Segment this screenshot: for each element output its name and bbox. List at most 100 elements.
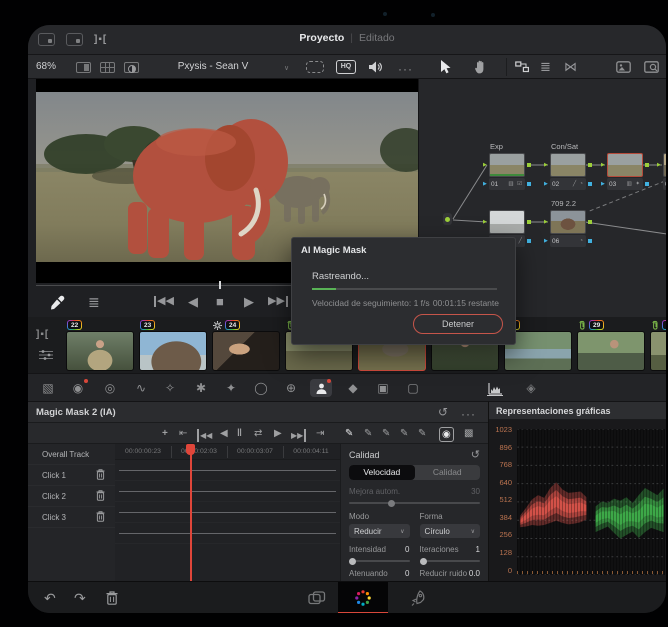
- cursor-tool-icon[interactable]: [440, 60, 453, 74]
- reset-icon[interactable]: ↺: [438, 406, 448, 418]
- reset-icon[interactable]: ↺: [471, 449, 480, 461]
- timeline-playhead[interactable]: [190, 444, 192, 581]
- undo-button[interactable]: ↶: [44, 590, 56, 607]
- track-reverse-button[interactable]: ◀: [220, 427, 228, 440]
- clip-22[interactable]: 22: [66, 319, 134, 371]
- eyedropper-icon[interactable]: [50, 295, 65, 310]
- bypass-grades-icon[interactable]: [306, 61, 324, 73]
- node-03-selected[interactable]: 03 ▥ ✦ ▶ ▶: [601, 153, 649, 190]
- pause-tracking-button[interactable]: ‖: [237, 427, 242, 440]
- track-bidirectional-button[interactable]: ⇄: [254, 427, 262, 440]
- tab-project[interactable]: Proyecto: [299, 32, 344, 44]
- picker-icon[interactable]: ✦: [220, 379, 242, 397]
- power-window-icon[interactable]: ◯: [250, 379, 272, 397]
- trash-icon[interactable]: [106, 591, 118, 605]
- gallery-stills-icon[interactable]: [616, 61, 631, 73]
- layers-icon[interactable]: ≣: [88, 295, 100, 309]
- clips-strip-icon[interactable]: ]▪[: [36, 329, 49, 340]
- panel-more-icon[interactable]: ···: [461, 408, 476, 420]
- clip-30[interactable]: 30: [650, 319, 666, 371]
- redo-button[interactable]: ↷: [74, 590, 86, 607]
- play-reverse-button[interactable]: ◀: [188, 295, 198, 308]
- draw-add-stroke-icon[interactable]: ✎: [345, 427, 353, 440]
- hdr-wheels-icon[interactable]: ◎: [99, 379, 121, 397]
- hand-tool-icon[interactable]: [474, 60, 487, 74]
- mode-dropdown[interactable]: Reducir ∨: [349, 524, 410, 538]
- node-06[interactable]: 709 2.2 06 ◔ ▶ ▶: [544, 199, 592, 247]
- clip-29[interactable]: 29: [577, 319, 645, 371]
- layers-icon[interactable]: ≣: [540, 60, 551, 73]
- trash-icon[interactable]: [96, 490, 105, 501]
- toggle-quality[interactable]: Calidad: [415, 465, 481, 480]
- lut-browser-icon[interactable]: [644, 61, 659, 73]
- stroke-remove-icon[interactable]: ✎: [400, 427, 408, 440]
- keyframe-lane[interactable]: [115, 481, 340, 502]
- stop-button[interactable]: ■: [216, 295, 224, 308]
- tab-edited[interactable]: Editado: [359, 32, 395, 44]
- trash-icon[interactable]: [96, 469, 105, 480]
- deliver-page-icon[interactable]: [410, 590, 426, 606]
- curves-icon[interactable]: ∿: [130, 379, 152, 397]
- more-options-icon[interactable]: ···: [398, 63, 413, 75]
- keyframe-lane[interactable]: [115, 460, 340, 481]
- keyframe-lane[interactable]: [115, 523, 340, 544]
- clip-23[interactable]: 23: [139, 319, 207, 371]
- param-slider[interactable]: [349, 557, 410, 565]
- shape-dropdown[interactable]: Círculo ∨: [419, 524, 480, 538]
- edit-page-icon[interactable]: [308, 591, 326, 605]
- qualifier-icon[interactable]: ✧: [159, 379, 181, 397]
- node-04[interactable]: 04▥ ◔ ▶: [657, 153, 666, 190]
- eraser-icon[interactable]: ✎: [418, 427, 426, 440]
- grid-view-icon[interactable]: [100, 62, 115, 73]
- timeline-ruler[interactable]: 00:00:00:23 00:00:02:03 00:00:03:07 00:0…: [115, 444, 340, 460]
- layer-diamonds-icon[interactable]: ◈: [520, 379, 542, 397]
- clip-title[interactable]: Pxysis - Sean V: [148, 61, 278, 72]
- track-click-3[interactable]: Click 3: [28, 507, 115, 528]
- node-graph-icon[interactable]: [515, 61, 529, 73]
- blur-icon[interactable]: ◆: [342, 379, 364, 397]
- color-page-tab[interactable]: [338, 582, 388, 613]
- draw-remove-stroke-icon[interactable]: ✎: [364, 427, 372, 440]
- camera-raw-icon[interactable]: ▧: [37, 379, 59, 397]
- track-to-end-button[interactable]: ▶▶: [291, 429, 307, 442]
- track-overall[interactable]: Overall Track: [28, 444, 115, 465]
- range-start-icon[interactable]: ⇤: [179, 427, 187, 440]
- hq-playback-icon[interactable]: HQ: [336, 60, 356, 74]
- split-view-icon[interactable]: [76, 62, 91, 73]
- splitter-combiner-icon[interactable]: ⋈: [564, 60, 577, 73]
- mask-overlay-toggle-icon[interactable]: ◉: [439, 427, 454, 442]
- stroke-add-icon[interactable]: ✎: [382, 427, 390, 440]
- skip-start-button[interactable]: ◀◀: [154, 296, 174, 307]
- tracker-icon[interactable]: ⊕: [280, 379, 302, 397]
- track-click-2[interactable]: Click 2: [28, 486, 115, 507]
- trash-icon[interactable]: [96, 511, 105, 522]
- compare-view-icon[interactable]: [124, 62, 139, 73]
- strip-options-icon[interactable]: [38, 349, 54, 361]
- track-click-1[interactable]: Click 1: [28, 465, 115, 486]
- auto-improve-slider[interactable]: [349, 499, 480, 507]
- waveform-scope-icon[interactable]: [484, 379, 506, 397]
- notes-icon[interactable]: ▢: [402, 379, 424, 397]
- track-forward-button[interactable]: ▶: [274, 427, 282, 440]
- source-node-dot[interactable]: [443, 213, 452, 225]
- clip-24[interactable]: 24: [212, 319, 280, 371]
- hue-curves-icon[interactable]: ✱: [190, 379, 212, 397]
- speaker-icon[interactable]: [368, 60, 382, 74]
- zoom-level[interactable]: 68%: [36, 61, 56, 72]
- add-tracking-point-icon[interactable]: +: [162, 427, 168, 440]
- node-01[interactable]: Exp 01 ▥ ☑ ▶ ▶: [483, 142, 531, 190]
- clip-title-caret-icon[interactable]: ∨: [284, 64, 289, 72]
- composite-mode-icon[interactable]: ▩: [464, 427, 473, 440]
- node-02[interactable]: Con/Sat 02 ╱ ◔ ▶ ▶: [544, 142, 592, 190]
- color-wheels-icon[interactable]: ◉: [67, 379, 89, 397]
- track-to-start-button[interactable]: ◀◀: [197, 429, 212, 442]
- magic-mask-icon[interactable]: [310, 379, 332, 397]
- range-end-icon[interactable]: ⇥: [316, 427, 324, 440]
- param-slider[interactable]: [419, 557, 480, 565]
- effects-icon[interactable]: ▣: [372, 379, 394, 397]
- stop-button[interactable]: Detener: [413, 314, 503, 334]
- toggle-speed[interactable]: Velocidad: [349, 465, 415, 480]
- skip-end-button[interactable]: ▶▶: [268, 296, 288, 307]
- keyframe-lane[interactable]: [115, 502, 340, 523]
- play-button[interactable]: ▶: [244, 295, 254, 308]
